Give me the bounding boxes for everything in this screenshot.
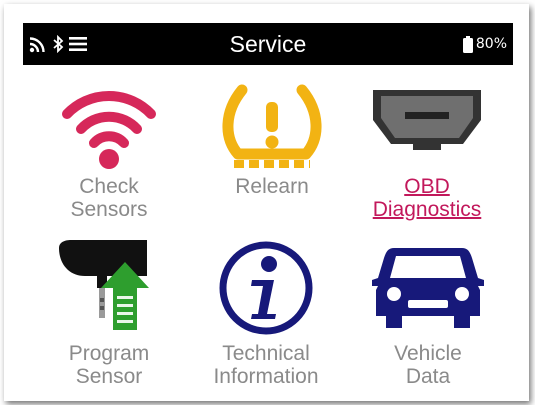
obd-diagnostics-link[interactable]: OBD Diagnostics (347, 175, 507, 221)
technical-information-tile[interactable]: Technical Information (186, 240, 346, 390)
vehicle-data-label: Vehicle Data (394, 342, 462, 388)
wifi-sensor-icon (62, 91, 156, 169)
check-sensors-tile[interactable]: Check Sensors (29, 78, 189, 228)
status-bar: Service 80% (23, 23, 513, 65)
program-sensor-label: Program Sensor (68, 342, 150, 388)
battery-percent: 80% (475, 36, 507, 52)
battery-icon (462, 35, 473, 53)
program-sensor-icon (59, 240, 149, 330)
tire-pressure-warning-icon (222, 84, 322, 168)
obd-diagnostics-tile[interactable]: OBD Diagnostics (347, 78, 507, 228)
technical-information-label: Technical Information (213, 342, 319, 388)
car-icon (372, 248, 484, 328)
vehicle-data-tile[interactable]: Vehicle Data (348, 240, 508, 390)
info-icon (219, 241, 313, 335)
screen-title: Service (229, 31, 307, 57)
obd-connector-icon (373, 90, 481, 150)
check-sensors-label: Check Sensors (70, 175, 148, 221)
program-sensor-tile[interactable]: Program Sensor (29, 240, 189, 390)
relearn-label: Relearn (235, 175, 309, 198)
battery-status: 80% (462, 35, 507, 53)
relearn-tile[interactable]: Relearn (192, 78, 352, 228)
